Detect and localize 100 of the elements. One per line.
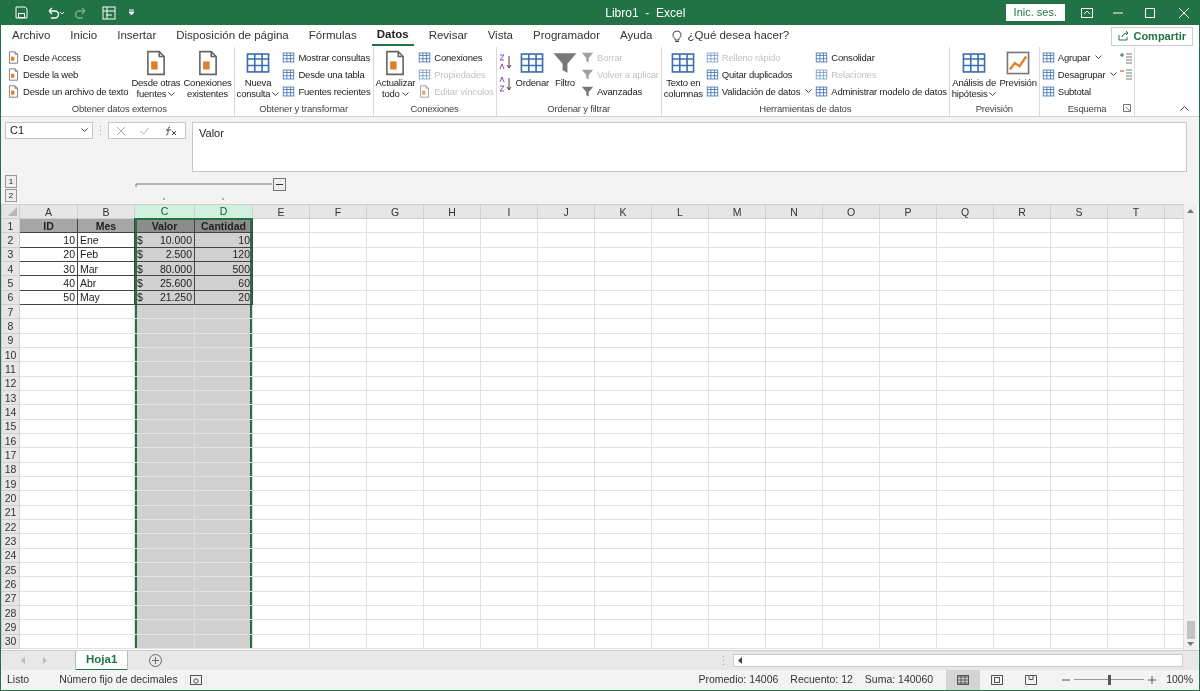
scroll-thumb[interactable] (1186, 621, 1195, 639)
maximize-icon[interactable] (1145, 7, 1155, 18)
customize-icon[interactable] (128, 9, 135, 16)
vertical-scrollbar[interactable] (1183, 204, 1197, 650)
scroll-up-icon[interactable] (1187, 208, 1194, 213)
hide-detail-icon[interactable] (1120, 68, 1133, 80)
column-header[interactable]: L (651, 204, 709, 219)
save-icon[interactable] (15, 6, 28, 19)
search-field[interactable]: ¿Qué desea hacer? (687, 27, 828, 45)
formula-field[interactable]: Valor (192, 122, 1187, 172)
column-header[interactable]: A (19, 204, 78, 219)
normal-view-button[interactable] (946, 670, 981, 690)
ribbon-button[interactable]: Fuentes recientes (282, 84, 371, 99)
status-sum: Suma: 140060 (864, 672, 934, 688)
table-icon (1041, 51, 1055, 64)
ribbon-button[interactable]: Nueva consulta (236, 50, 280, 99)
column-header[interactable]: B (77, 204, 135, 219)
column-header[interactable]: H (423, 204, 481, 219)
cancel-icon[interactable] (116, 126, 125, 135)
column-header[interactable]: M (708, 204, 766, 219)
ribbon-button[interactable]: Previsión (999, 50, 1037, 88)
ribbon-button[interactable]: Ordenar (515, 50, 549, 88)
scroll-left-icon[interactable] (737, 657, 742, 664)
share-button[interactable]: Compartir (1111, 26, 1193, 46)
ribbon-button[interactable]: Agrupar (1041, 50, 1118, 65)
ribbon-button[interactable]: Conexiones (418, 50, 494, 65)
ribbon-button[interactable]: Desde la web (7, 67, 129, 82)
macro-record-icon[interactable] (189, 675, 202, 685)
cell-value: 80.000 (159, 262, 192, 275)
close-icon[interactable] (1179, 7, 1189, 18)
collapse-button[interactable] (273, 178, 286, 191)
document-icon (418, 85, 432, 98)
ribbon-tab[interactable]: Revisar (423, 26, 473, 46)
zoom-thumb[interactable] (1108, 675, 1112, 685)
zoom-level[interactable]: 100% (1166, 672, 1193, 688)
document-icon (7, 51, 20, 64)
ribbon-button[interactable]: Filtro (552, 50, 578, 88)
ribbon-tab[interactable]: Vista (482, 26, 518, 46)
horizontal-scrollbar[interactable] (733, 654, 1183, 667)
ribbon-button[interactable]: Quitar duplicados (705, 67, 813, 82)
add-sheet-icon[interactable] (149, 654, 163, 667)
column-header[interactable]: E (252, 204, 310, 219)
sort-ascending-icon[interactable] (498, 54, 513, 70)
lightbulb-icon (671, 29, 682, 43)
column-header[interactable]: R (993, 204, 1051, 219)
insert-function-icon[interactable] (165, 125, 178, 136)
ribbon-button[interactable]: Desde un archivo de texto (7, 84, 129, 99)
column-header[interactable]: S (1050, 204, 1108, 219)
ribbon-button[interactable]: Administrar modelo de datos (815, 84, 947, 99)
group-label: Conexiones (410, 103, 459, 115)
outline-level-button[interactable]: 1 (5, 175, 17, 188)
ribbon-button[interactable]: Avanzadas (581, 84, 659, 99)
scroll-down-icon[interactable] (1187, 642, 1194, 647)
table-icon (1041, 68, 1055, 81)
column-header[interactable]: N (765, 204, 823, 219)
ribbon-tab[interactable]: Archivo (7, 26, 56, 46)
column-header[interactable]: J (537, 204, 595, 219)
ribbon-button[interactable]: Conexiones existentes (183, 50, 232, 99)
ribbon-button[interactable]: Mostrar consultas (282, 50, 371, 65)
ribbon-display-icon[interactable] (1081, 7, 1093, 18)
show-detail-icon[interactable] (1120, 52, 1133, 64)
name-box[interactable]: C1 (5, 122, 93, 139)
form-icon[interactable] (102, 5, 116, 20)
ribbon-button[interactable]: Subtotal (1041, 84, 1118, 99)
ribbon-button[interactable]: Texto en columnas (663, 50, 703, 99)
column-header[interactable]: G (366, 204, 424, 219)
ribbon-button[interactable]: Análisis de hipótesis (951, 50, 997, 99)
ribbon-button[interactable]: Desde otras fuentes (131, 50, 181, 99)
column-header[interactable]: P (879, 204, 937, 219)
column-header[interactable]: I (480, 204, 538, 219)
table-icon (961, 50, 988, 76)
ribbon-button[interactable]: Desde una tabla (282, 67, 371, 82)
ribbon-tab[interactable]: Disposición de página (171, 26, 294, 46)
ribbon-tab[interactable]: Ayuda (615, 26, 658, 46)
column-header[interactable]: O (822, 204, 880, 219)
column-header[interactable]: T (1107, 204, 1165, 219)
ribbon-button[interactable]: Actualizar todo (375, 50, 416, 99)
ribbon-tab[interactable]: Programador (528, 26, 606, 46)
zoom-slider[interactable] (1074, 675, 1145, 685)
outline-level-button[interactable]: 2 (5, 189, 17, 202)
status-indicator: Número fijo de decimales (59, 672, 178, 688)
ribbon-button[interactable]: Consolidar (815, 50, 947, 65)
sheet-tab[interactable]: Hoja1 (76, 650, 128, 671)
ribbon-tab[interactable]: Fórmulas (303, 26, 362, 46)
sort-descending-icon[interactable] (498, 76, 513, 92)
ribbon-tab[interactable]: Inicio (65, 26, 103, 46)
ribbon-button[interactable]: Desde Access (7, 50, 129, 65)
column-header[interactable]: Q (936, 204, 994, 219)
column-header[interactable]: F (309, 204, 367, 219)
ribbon-tab[interactable]: Insertar (112, 26, 162, 46)
table-icon (282, 85, 296, 98)
column-header[interactable]: K (594, 204, 652, 219)
column-header[interactable]: D (194, 204, 253, 219)
zoom-in-icon[interactable] (1148, 676, 1157, 684)
ribbon-button[interactable]: Validación de datos (705, 84, 813, 99)
ribbon-button[interactable]: Desagrupar (1041, 67, 1118, 82)
collapse-ribbon-icon[interactable] (1180, 105, 1189, 111)
dialog-launcher-icon[interactable] (1123, 104, 1132, 112)
sign-in-button[interactable]: Inic. ses. (1005, 4, 1065, 21)
column-header[interactable]: C (134, 204, 195, 219)
